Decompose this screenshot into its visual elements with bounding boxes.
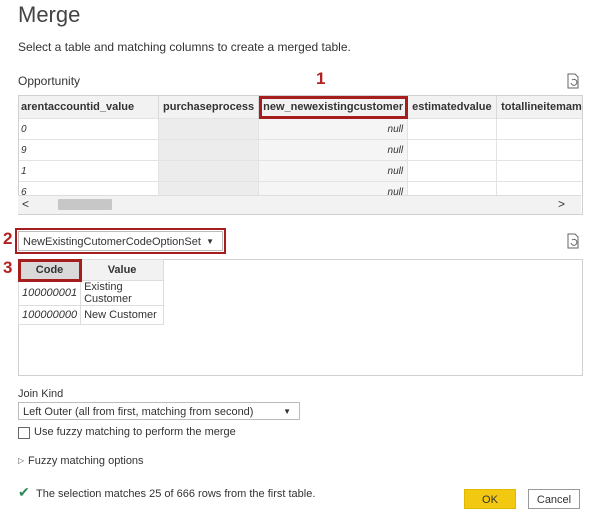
table2-preview[interactable]: Code Value 100000001 Existing Customer 1… bbox=[17, 258, 583, 376]
dialog-subtitle: Select a table and matching columns to c… bbox=[18, 40, 351, 54]
second-table-select[interactable]: NewExistingCutomerCodeOptionSet ▼ bbox=[15, 228, 226, 254]
annotation-3: 3 bbox=[3, 258, 13, 277]
column-header[interactable]: Value bbox=[80, 259, 165, 281]
checkmark-icon: ✔ bbox=[18, 484, 30, 500]
annotation-2: 2 bbox=[3, 229, 13, 248]
redacted-cell bbox=[158, 160, 260, 182]
fuzzy-matching-checkbox[interactable] bbox=[18, 427, 30, 439]
null-cell: null bbox=[258, 160, 409, 182]
cell: 100000000 bbox=[17, 305, 82, 325]
horizontal-scrollbar[interactable]: < > bbox=[18, 195, 581, 214]
table-row: 0 null bbox=[19, 118, 582, 140]
scroll-left-icon[interactable]: < bbox=[22, 197, 29, 211]
column-header[interactable]: estimatedvalue bbox=[407, 96, 498, 119]
scrollbar-thumb[interactable] bbox=[58, 199, 112, 210]
join-kind-value: Left Outer (all from first, matching fro… bbox=[23, 406, 254, 418]
refresh-preview-icon[interactable] bbox=[566, 233, 580, 249]
scroll-right-icon[interactable]: > bbox=[558, 197, 565, 211]
table-row: 1 null bbox=[19, 160, 582, 182]
cell: Existing Customer bbox=[80, 280, 165, 306]
null-cell: null bbox=[258, 139, 409, 161]
cell: 0 bbox=[19, 118, 159, 140]
fuzzy-matching-label: Use fuzzy matching to perform the merge bbox=[34, 426, 236, 438]
chevron-down-icon: ▼ bbox=[206, 237, 214, 246]
match-status: The selection matches 25 of 666 rows fro… bbox=[36, 488, 316, 500]
second-table-value: NewExistingCutomerCodeOptionSet bbox=[23, 236, 201, 248]
redacted-cell bbox=[158, 118, 260, 140]
join-kind-select[interactable]: Left Outer (all from first, matching fro… bbox=[18, 402, 300, 420]
table-row: 100000001 Existing Customer bbox=[17, 280, 165, 306]
cell: 1 bbox=[19, 160, 159, 182]
cell: New Customer bbox=[80, 305, 165, 325]
null-cell: null bbox=[258, 118, 409, 140]
redacted-cell bbox=[158, 139, 260, 161]
cell: 9 bbox=[19, 139, 159, 161]
column-header-selected[interactable]: new_newexistingcustomer bbox=[258, 96, 409, 119]
annotation-1: 1 bbox=[316, 69, 326, 88]
chevron-down-icon: ▼ bbox=[283, 407, 291, 416]
column-header[interactable]: purchaseprocess bbox=[158, 96, 260, 119]
dialog-title: Merge bbox=[18, 2, 81, 27]
cancel-button[interactable]: Cancel bbox=[528, 489, 580, 509]
fuzzy-options-toggle[interactable]: Fuzzy matching options bbox=[28, 455, 144, 467]
cell: 100000001 bbox=[17, 280, 82, 306]
refresh-preview-icon[interactable] bbox=[566, 73, 580, 89]
table1-name: Opportunity bbox=[18, 74, 81, 88]
join-kind-label: Join Kind bbox=[18, 388, 64, 400]
column-header[interactable]: arentaccountid_value bbox=[19, 96, 159, 119]
table-row: 100000000 New Customer bbox=[17, 305, 165, 325]
ok-button[interactable]: OK bbox=[464, 489, 516, 509]
table-row: 9 null bbox=[19, 139, 582, 161]
column-header-selected[interactable]: Code bbox=[17, 258, 82, 282]
column-header[interactable]: totallineitemamount bbox=[496, 96, 582, 119]
expand-triangle-icon[interactable]: ▷ bbox=[18, 456, 24, 465]
